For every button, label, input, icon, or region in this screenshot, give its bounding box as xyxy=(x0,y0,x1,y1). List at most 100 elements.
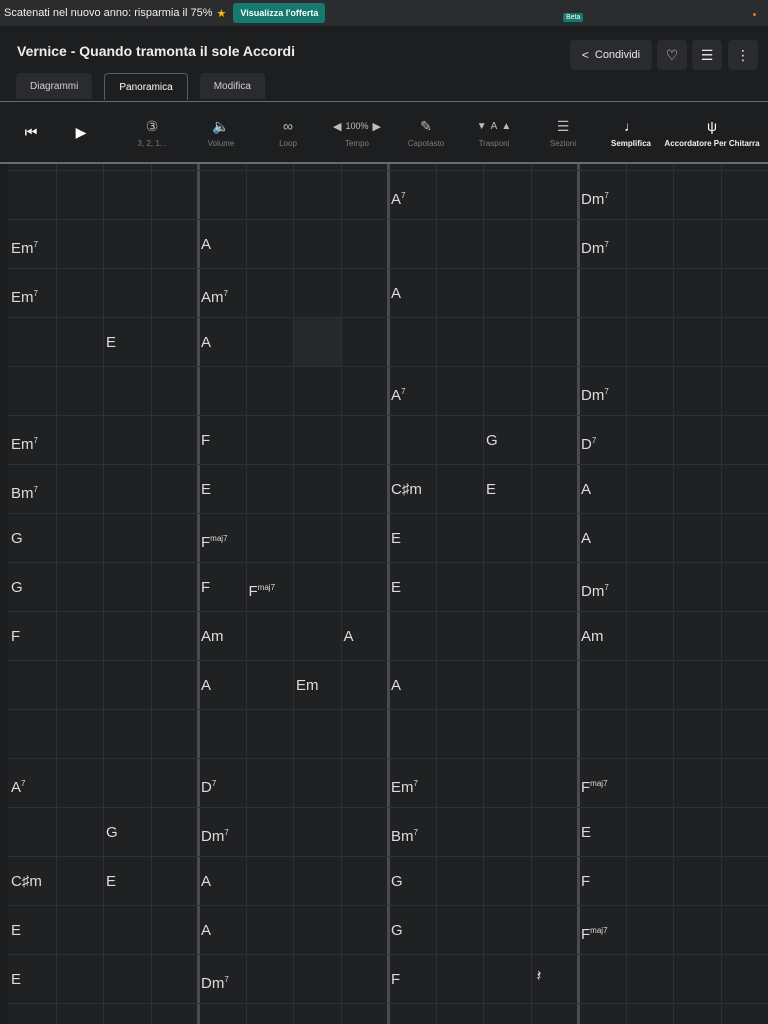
list-menu-button[interactable]: ☰ xyxy=(692,40,722,70)
chord-cell[interactable]: G xyxy=(486,433,498,449)
volume-button[interactable]: 🔈 Volume xyxy=(201,102,241,162)
transpose-up-icon[interactable]: ▲ xyxy=(501,121,511,132)
row-line xyxy=(8,513,768,514)
tuner-label: Accordatore Per Chitarra xyxy=(664,139,760,148)
chord-cell[interactable]: A7 xyxy=(391,384,405,404)
beat-line xyxy=(720,164,722,1024)
chord-cell[interactable]: Fmaj7 xyxy=(581,923,608,943)
chord-cell[interactable]: D7 xyxy=(201,776,216,796)
tab-modifica[interactable]: Modifica xyxy=(199,73,265,99)
transpose-control[interactable]: ▼ A ▲ Trasponi xyxy=(470,102,518,162)
beat-line xyxy=(150,164,152,1024)
chord-cell[interactable]: E xyxy=(486,482,496,498)
share-button[interactable]: < Condividi xyxy=(570,40,652,70)
chord-cell[interactable]: Dm7 xyxy=(201,972,229,992)
chord-cell[interactable]: D7 xyxy=(581,433,596,453)
chord-cell[interactable]: Dm7 xyxy=(581,188,609,208)
favorite-button[interactable]: ♡ xyxy=(657,40,687,70)
chord-cell[interactable]: G xyxy=(391,923,403,939)
promo-text: Scatenati nel nuovo anno: risparmia il 7… xyxy=(4,7,213,19)
chord-cell[interactable]: Bm7 xyxy=(11,482,38,502)
chord-cell[interactable]: Em7 xyxy=(11,286,38,306)
chord-cell[interactable]: Fmaj7 xyxy=(249,580,276,600)
chord-cell[interactable]: Am xyxy=(581,629,604,645)
highlighted-cell xyxy=(293,317,341,366)
chord-cell[interactable]: A7 xyxy=(11,776,25,796)
play-button[interactable]: ▶ xyxy=(72,102,90,162)
chord-cell[interactable]: F xyxy=(201,580,210,596)
chord-cell[interactable]: E xyxy=(391,531,401,547)
beat-line xyxy=(483,164,484,1024)
chord-cell[interactable]: C♯m xyxy=(11,874,42,890)
chord-cell[interactable]: E xyxy=(11,972,21,988)
count-in-button[interactable]: ③ 3, 2, 1... xyxy=(131,102,173,162)
chord-cell[interactable]: Dm7 xyxy=(581,237,609,257)
chord-cell[interactable]: G xyxy=(11,531,23,547)
skip-back-button[interactable]: ⏮ xyxy=(20,102,42,162)
chord-cell[interactable]: A xyxy=(201,874,211,890)
chord-cell[interactable]: E xyxy=(391,580,401,596)
loop-button[interactable]: ∞ Loop xyxy=(273,102,303,162)
chord-cell[interactable]: F xyxy=(581,874,590,890)
beat-line xyxy=(55,164,57,1024)
chord-cell[interactable]: F xyxy=(11,629,20,645)
playback-toolbar: ⏮ ▶ ③ 3, 2, 1... 🔈 Volume ∞ Loop ◀ 100% … xyxy=(0,102,768,162)
volume-icon: 🔈 xyxy=(212,117,230,134)
sections-button[interactable]: ☰ Sezioni xyxy=(545,102,581,162)
share-label: Condividi xyxy=(594,49,641,61)
chord-cell[interactable]: G xyxy=(11,580,23,596)
chord-cell[interactable]: A xyxy=(581,482,591,498)
chord-cell[interactable]: Fmaj7 xyxy=(581,776,608,796)
row-line xyxy=(8,660,768,661)
chord-cell[interactable]: Em xyxy=(296,678,319,694)
chord-cell[interactable]: G xyxy=(106,825,118,841)
more-options-button[interactable]: ⋮ xyxy=(728,40,758,70)
chord-cell[interactable]: A xyxy=(201,923,211,939)
chord-cell[interactable]: Em7 xyxy=(11,433,38,453)
tempo-control[interactable]: ◀ 100% ▶ Tempo xyxy=(327,102,387,162)
row-line xyxy=(8,954,768,955)
bar-line xyxy=(387,164,390,1024)
chord-cell[interactable]: E xyxy=(106,874,116,890)
chord-cell[interactable]: Em7 xyxy=(391,776,418,796)
tempo-down-icon[interactable]: ◀ xyxy=(333,120,341,133)
song-header: Vernice - Quando tramonta il sole Accord… xyxy=(0,28,768,102)
chord-cell[interactable]: F xyxy=(201,433,210,449)
chord-cell[interactable]: E xyxy=(106,335,116,351)
chord-cell[interactable]: A xyxy=(201,237,211,253)
chord-cell[interactable]: A xyxy=(344,629,354,645)
chord-cell[interactable]: C♯m xyxy=(391,482,422,498)
tempo-up-icon[interactable]: ▶ xyxy=(373,120,381,133)
chord-cell[interactable]: A xyxy=(391,286,401,302)
row-line xyxy=(8,856,768,857)
tab-diagrammi[interactable]: Diagrammi xyxy=(16,73,93,99)
chord-cell[interactable]: A xyxy=(581,531,591,547)
chord-cell[interactable]: E xyxy=(11,923,21,939)
row-line xyxy=(8,807,768,808)
chord-cell[interactable]: A7 xyxy=(391,188,405,208)
chord-cell[interactable]: F xyxy=(391,972,400,988)
chord-cell[interactable]: Em7 xyxy=(11,237,38,257)
chord-cell[interactable]: G xyxy=(391,874,403,890)
simplify-button[interactable]: ♩ Semplifica xyxy=(608,102,654,162)
chord-cell[interactable]: Am xyxy=(201,629,224,645)
capo-button[interactable]: ✎ Capotasto xyxy=(402,102,450,162)
chord-cell[interactable]: A xyxy=(391,678,401,694)
chord-cell[interactable]: E xyxy=(201,482,211,498)
chord-cell[interactable]: Dm7 xyxy=(201,825,229,845)
tab-panoramica[interactable]: Panoramica xyxy=(104,73,188,100)
chord-cell[interactable]: Bm7 xyxy=(391,825,418,845)
chord-cell[interactable]: Am7 xyxy=(201,286,228,306)
chord-cell[interactable]: Dm7 xyxy=(581,384,609,404)
chord-cell[interactable]: A xyxy=(201,678,211,694)
chord-cell[interactable]: Dm7 xyxy=(581,580,609,600)
tuner-button[interactable]: ψ Accordatore Per Chitarra xyxy=(664,102,760,162)
row-line xyxy=(8,758,768,759)
chord-cell[interactable]: E xyxy=(581,825,591,841)
chord-cell[interactable]: A xyxy=(201,335,211,351)
view-offer-button[interactable]: Visualizza l'offerta xyxy=(233,3,326,23)
tempo-value: 100% xyxy=(345,121,369,131)
transpose-down-icon[interactable]: ▼ xyxy=(477,121,487,132)
chord-cell[interactable]: Fmaj7 xyxy=(201,531,228,551)
row-line xyxy=(8,415,768,416)
